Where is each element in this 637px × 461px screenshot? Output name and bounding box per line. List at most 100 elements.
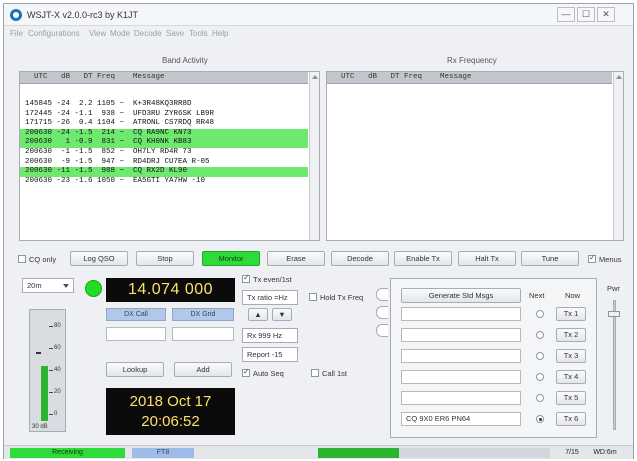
band-activity-panel[interactable]: UTC dB DT Freq Message 145845 -24 2.2 11… xyxy=(19,71,320,241)
band-activity-scrollbar[interactable] xyxy=(309,72,319,240)
rx-frequency-title: Rx Frequency xyxy=(447,56,497,65)
tab-2[interactable] xyxy=(376,306,388,319)
main-window: WSJT-X v2.0.0-rc3 by K1JT — ☐ ✕ File Con… xyxy=(3,3,634,459)
decode-row[interactable]: 171715 -26 0.4 1104 ~ ATRONL CS7RDQ RR48 xyxy=(20,119,308,129)
meter-scale-label: 40 xyxy=(54,367,61,373)
tx4-message-field[interactable] xyxy=(401,370,521,384)
decode-row[interactable]: 200630 -11 -1.5 988 ~ CQ RX2D KL90 xyxy=(20,167,308,177)
tx4-now-button[interactable]: Tx 4 xyxy=(556,370,586,384)
menu-save[interactable]: Save xyxy=(166,29,184,38)
rx-freq-spinbox[interactable]: Rx 999 Hz xyxy=(242,328,298,343)
meter-scale-label: 20 xyxy=(54,389,61,395)
decode-button[interactable]: Decode xyxy=(331,251,389,266)
app-icon xyxy=(10,9,22,21)
tx6-next-radio[interactable] xyxy=(536,415,544,423)
hold-tx-freq-label: Hold Tx Freq xyxy=(320,293,364,302)
generate-std-msgs-button[interactable]: Generate Std Msgs xyxy=(401,288,521,303)
auto-seq-checkbox[interactable] xyxy=(242,367,250,377)
menu-tools[interactable]: Tools xyxy=(189,29,208,38)
freq-up-button[interactable]: ▲ xyxy=(248,308,268,321)
report-spinbox[interactable]: Report -15 xyxy=(242,347,298,362)
tab-1[interactable] xyxy=(376,288,388,301)
maximize-button[interactable]: ☐ xyxy=(577,7,595,22)
menu-decode[interactable]: Decode xyxy=(134,29,162,38)
tx5-message-field[interactable] xyxy=(401,391,521,405)
tx4-next-radio[interactable] xyxy=(536,373,544,381)
band-select[interactable]: 20m xyxy=(22,278,74,293)
rx-frequency-panel[interactable]: UTC dB DT Freq Message xyxy=(326,71,624,241)
power-label: Pwr xyxy=(607,284,620,293)
tune-button[interactable]: Tune xyxy=(521,251,579,266)
tx6-message-field[interactable]: CQ 9X0 ER6 PN64 xyxy=(401,412,521,426)
power-slider-track[interactable] xyxy=(613,300,616,430)
tx5-now-button[interactable]: Tx 5 xyxy=(556,391,586,405)
hold-tx-freq-checkbox[interactable] xyxy=(309,293,317,301)
tab-3[interactable] xyxy=(376,324,388,337)
tx3-now-button[interactable]: Tx 3 xyxy=(556,349,586,363)
tx-ratio-spinbox[interactable]: Tx ratio =Hz xyxy=(242,290,298,305)
scroll-up-icon[interactable] xyxy=(616,75,622,79)
tx6-now-button[interactable]: Tx 6 xyxy=(556,412,586,426)
tx-progress-fill xyxy=(318,448,400,458)
decode-row[interactable]: 200630 -9 -1.5 947 ~ RD4DRJ CU7EA R-05 xyxy=(20,158,308,168)
monitor-button[interactable]: Monitor xyxy=(202,251,260,266)
decode-row[interactable]: 200630 1 -0.9 831 ~ CQ KH0NK KB83 xyxy=(20,138,308,148)
title-bar: WSJT-X v2.0.0-rc3 by K1JT — ☐ ✕ xyxy=(4,4,633,26)
time-display: 20:06:52 xyxy=(141,413,200,430)
minimize-button[interactable]: — xyxy=(557,7,575,22)
tx3-next-radio[interactable] xyxy=(536,352,544,360)
menu-file[interactable]: File xyxy=(10,29,23,38)
dx-grid-input[interactable] xyxy=(172,327,234,341)
tx2-message-field[interactable] xyxy=(401,328,521,342)
menus-label: Menus xyxy=(599,255,622,264)
close-button[interactable]: ✕ xyxy=(597,7,615,22)
dx-call-input[interactable] xyxy=(106,327,166,341)
dx-grid-label: DX Grid xyxy=(172,308,234,321)
menus-checkbox[interactable] xyxy=(588,253,596,263)
meter-scale-label: 0 xyxy=(54,411,58,417)
erase-button[interactable]: Erase xyxy=(267,251,325,266)
tx-even-checkbox[interactable] xyxy=(242,273,250,283)
halt-tx-button[interactable]: Halt Tx xyxy=(458,251,516,266)
tx1-next-radio[interactable] xyxy=(536,310,544,318)
menu-help[interactable]: Help xyxy=(212,29,228,38)
date-display: 2018 Oct 17 xyxy=(129,393,212,410)
band-activity-header: UTC dB DT Freq Message xyxy=(20,72,308,84)
power-slider-handle[interactable] xyxy=(608,311,620,317)
decode-row[interactable]: 145845 -24 2.2 1105 ~ K+3R48KQ3RR8D xyxy=(20,100,308,110)
decode-row[interactable]: 172445 -24 -1.1 938 ~ UFD3RU ZYR6SK LB9R xyxy=(20,110,308,120)
freq-down-button[interactable]: ▼ xyxy=(272,308,292,321)
tx3-message-field[interactable] xyxy=(401,349,521,363)
tx-even-label: Tx even/1st xyxy=(253,275,292,284)
enable-tx-button[interactable]: Enable Tx xyxy=(394,251,452,266)
log-qso-button[interactable]: Log QSO xyxy=(70,251,128,266)
add-button[interactable]: Add xyxy=(174,362,232,377)
stop-button[interactable]: Stop xyxy=(136,251,194,266)
signal-meter: 80 60 40 20 0 30 dB xyxy=(29,309,66,432)
decode-row[interactable]: 200630 -1 -1.5 852 ~ OH7LY RD4R 73 xyxy=(20,148,308,158)
menu-view[interactable]: View xyxy=(89,29,106,38)
rx-frequency-scrollbar[interactable] xyxy=(613,72,623,240)
decode-row[interactable]: 200630 -23 -1.6 1050 ~ EA5GTI YA7HW -10 xyxy=(20,177,308,187)
arrow-down-icon: ▼ xyxy=(278,310,286,319)
tx1-message-field[interactable] xyxy=(401,307,521,321)
tx2-next-radio[interactable] xyxy=(536,331,544,339)
call-1st-checkbox[interactable] xyxy=(311,369,319,377)
menu-bar: File Configurations View Mode Decode Sav… xyxy=(4,27,633,41)
lookup-button[interactable]: Lookup xyxy=(106,362,164,377)
clock-display: 2018 Oct 17 20:06:52 xyxy=(106,388,235,435)
menu-configurations[interactable]: Configurations xyxy=(28,29,80,38)
band-value: 20m xyxy=(27,281,42,290)
receiving-indicator-icon xyxy=(85,280,102,297)
cq-only-checkbox[interactable] xyxy=(18,255,26,263)
menu-mode[interactable]: Mode xyxy=(110,29,130,38)
scroll-up-icon[interactable] xyxy=(312,75,318,79)
watchdog-status: WD:6m xyxy=(593,449,617,456)
decode-row[interactable]: 200630 -24 -1.5 214 ~ CQ RA9NC KN73 xyxy=(20,128,308,139)
meter-scale-label: 60 xyxy=(54,345,61,351)
tx1-now-button[interactable]: Tx 1 xyxy=(556,307,586,321)
receiving-status: Receiving xyxy=(10,448,125,458)
tx2-now-button[interactable]: Tx 2 xyxy=(556,328,586,342)
window-title: WSJT-X v2.0.0-rc3 by K1JT xyxy=(27,10,139,20)
tx5-next-radio[interactable] xyxy=(536,394,544,402)
